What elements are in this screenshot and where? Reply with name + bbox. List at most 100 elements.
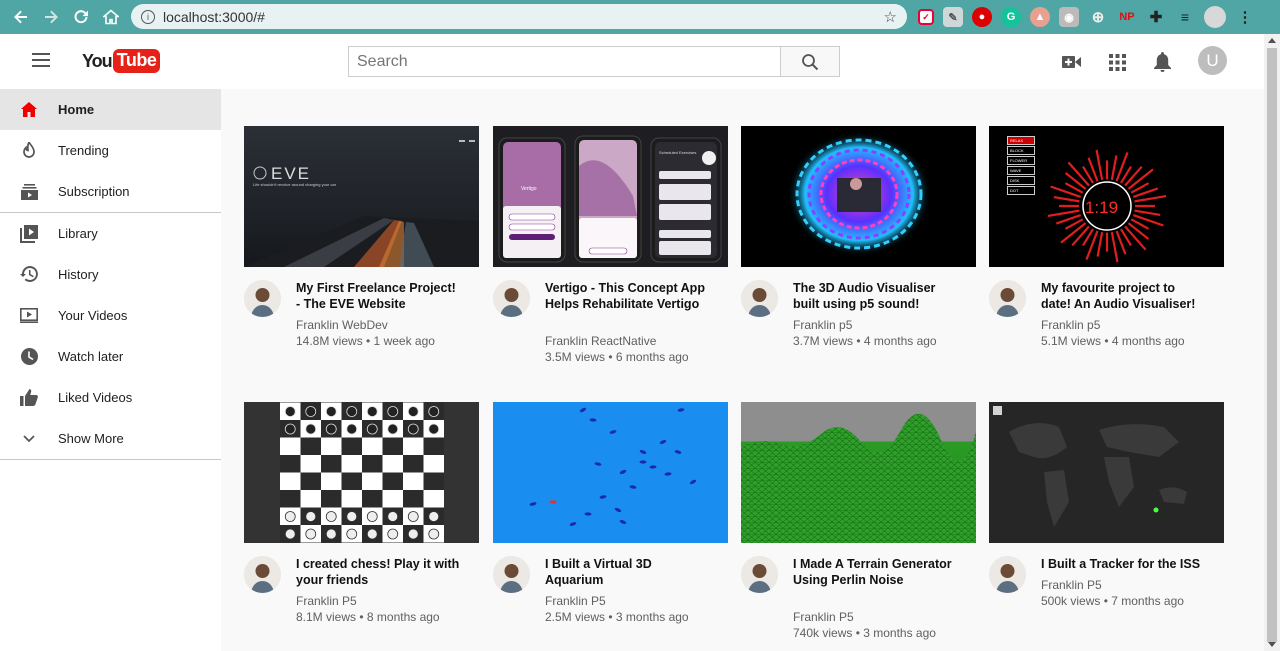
- video-thumbnail[interactable]: [493, 402, 728, 543]
- profile-avatar[interactable]: [1204, 6, 1226, 28]
- video-title[interactable]: I created chess! Play it with your frien…: [296, 556, 461, 588]
- video-title[interactable]: The 3D Audio Visualiser built using p5 s…: [793, 280, 958, 312]
- browser-toolbar: i localhost:3000/# ☆ ✓ ✎ ● G ▲ ◉ ⊕ NP ✚ …: [0, 0, 1280, 34]
- forward-arrow-icon[interactable]: [36, 2, 66, 32]
- visualiser-menu-item: DOT: [1007, 186, 1035, 195]
- sidebar-item-liked-videos[interactable]: Liked Videos: [0, 377, 221, 418]
- address-url[interactable]: localhost:3000/#: [163, 9, 265, 25]
- upload-video-icon[interactable]: [1061, 51, 1083, 73]
- hamburger-menu-icon[interactable]: [32, 53, 50, 67]
- np-extension-icon[interactable]: NP: [1117, 7, 1137, 27]
- sidebar-item-label: Home: [58, 102, 95, 117]
- extension-icon[interactable]: ✎: [943, 7, 963, 27]
- history-icon: [20, 266, 38, 284]
- puzzle-extensions-icon[interactable]: ✚: [1146, 7, 1166, 27]
- video-title[interactable]: I Built a Virtual 3D Aquarium: [545, 556, 710, 588]
- adblock-extension-icon[interactable]: ●: [972, 7, 992, 27]
- video-card[interactable]: The 3D Audio Visualiser built using p5 s…: [741, 126, 976, 370]
- video-meta: The 3D Audio Visualiser built using p5 s…: [741, 280, 976, 370]
- channel-name[interactable]: Franklin p5: [1041, 317, 1100, 333]
- apps-grid-icon[interactable]: [1106, 51, 1128, 73]
- sidebar-item-library[interactable]: Library: [0, 213, 221, 254]
- video-card[interactable]: EVE Life shouldn't revolve around chargi…: [244, 126, 479, 370]
- video-card[interactable]: I created chess! Play it with your frien…: [244, 402, 479, 646]
- video-title[interactable]: My First Freelance Project! - The EVE We…: [296, 280, 461, 312]
- visualiser-menu-item: WAVE: [1007, 166, 1035, 175]
- back-arrow-icon[interactable]: [6, 2, 36, 32]
- reading-list-icon[interactable]: ≡: [1175, 7, 1195, 27]
- channel-avatar[interactable]: [493, 280, 530, 317]
- video-title[interactable]: I Made A Terrain Generator Using Perlin …: [793, 556, 958, 588]
- video-card[interactable]: Vertigo Scheduled Exercises Vertigo - Th…: [493, 126, 728, 370]
- sidebar-item-your-videos[interactable]: Your Videos: [0, 295, 221, 336]
- sidebar-item-show-more[interactable]: Show More: [0, 418, 221, 459]
- search-icon: [802, 53, 819, 70]
- thumbnail-vertigo-name: Vertigo: [521, 186, 537, 192]
- video-title[interactable]: My favourite project to date! An Audio V…: [1041, 280, 1206, 312]
- video-card[interactable]: I Built a Virtual 3D Aquarium Franklin P…: [493, 402, 728, 646]
- search-input[interactable]: [357, 52, 780, 71]
- video-card[interactable]: I Built a Tracker for the ISS Franklin P…: [989, 402, 1224, 646]
- channel-avatar[interactable]: [989, 556, 1026, 593]
- video-stats: 8.1M views • 8 months ago: [296, 610, 440, 624]
- extension-icon[interactable]: ▲: [1030, 7, 1050, 27]
- video-thumbnail[interactable]: [989, 402, 1224, 543]
- channel-avatar[interactable]: [741, 280, 778, 317]
- channel-name[interactable]: Franklin P5: [296, 593, 357, 609]
- search-button[interactable]: [780, 46, 840, 77]
- channel-name[interactable]: Franklin P5: [1041, 577, 1102, 593]
- scroll-up-arrow-icon[interactable]: [1268, 38, 1276, 43]
- user-avatar[interactable]: U: [1198, 46, 1227, 75]
- grammarly-extension-icon[interactable]: G: [1001, 7, 1021, 27]
- your-videos-icon: [20, 307, 38, 325]
- youtube-logo[interactable]: You Tube: [82, 49, 161, 73]
- channel-avatar[interactable]: [244, 556, 281, 593]
- video-thumbnail[interactable]: RELAX BLOCK FLOWER WAVE DISK DOT 1:19: [989, 126, 1224, 267]
- sidebar-item-watch-later[interactable]: Watch later: [0, 336, 221, 377]
- video-stats: 740k views • 3 months ago: [793, 626, 936, 640]
- info-icon[interactable]: i: [141, 9, 155, 24]
- sidebar-item-subscription[interactable]: Subscription: [0, 171, 221, 212]
- video-title[interactable]: Vertigo - This Concept App Helps Rehabil…: [545, 280, 710, 312]
- home-page-icon[interactable]: [96, 2, 126, 32]
- page-scrollbar[interactable]: [1264, 34, 1280, 651]
- chevron-down-icon: [20, 430, 38, 448]
- video-thumbnail[interactable]: Vertigo Scheduled Exercises: [493, 126, 728, 267]
- sidebar-item-history[interactable]: History: [0, 254, 221, 295]
- scroll-down-arrow-icon[interactable]: [1268, 642, 1276, 647]
- home-icon: [20, 101, 38, 119]
- sidebar-item-label: Liked Videos: [58, 390, 133, 405]
- address-bar[interactable]: i localhost:3000/# ☆: [131, 4, 907, 29]
- channel-avatar[interactable]: [493, 556, 530, 593]
- channel-name[interactable]: Franklin P5: [793, 609, 854, 625]
- scrollbar-thumb[interactable]: [1267, 48, 1277, 642]
- channel-name[interactable]: Franklin ReactNative: [545, 333, 656, 349]
- sidebar-item-home[interactable]: Home: [0, 89, 221, 130]
- thumbnail-eve-tagline: Life shouldn't revolve around charging y…: [253, 182, 337, 187]
- video-thumbnail[interactable]: [741, 402, 976, 543]
- camera-extension-icon[interactable]: ◉: [1059, 7, 1079, 27]
- subscriptions-icon: [20, 183, 38, 201]
- video-card[interactable]: RELAX BLOCK FLOWER WAVE DISK DOT 1:19 My…: [989, 126, 1224, 370]
- video-stats: 3.5M views • 6 months ago: [545, 350, 689, 364]
- sidebar-item-trending[interactable]: Trending: [0, 130, 221, 171]
- channel-name[interactable]: Franklin WebDev: [296, 317, 388, 333]
- notifications-bell-icon[interactable]: [1151, 51, 1173, 73]
- video-card[interactable]: I Made A Terrain Generator Using Perlin …: [741, 402, 976, 646]
- bookmark-star-icon[interactable]: ☆: [884, 8, 897, 26]
- video-thumbnail[interactable]: EVE Life shouldn't revolve around chargi…: [244, 126, 479, 267]
- channel-avatar[interactable]: [989, 280, 1026, 317]
- pocket-extension-icon[interactable]: ✓: [918, 9, 934, 25]
- channel-name[interactable]: Franklin P5: [545, 593, 606, 609]
- video-title[interactable]: I Built a Tracker for the ISS: [1041, 556, 1206, 572]
- channel-avatar[interactable]: [741, 556, 778, 593]
- globe-extension-icon[interactable]: ⊕: [1088, 7, 1108, 27]
- channel-name[interactable]: Franklin p5: [793, 317, 852, 333]
- thumbnail-visualiser-menu: RELAX BLOCK FLOWER WAVE DISK DOT: [1007, 136, 1035, 195]
- reload-icon[interactable]: [66, 2, 96, 32]
- channel-avatar[interactable]: [244, 280, 281, 317]
- video-thumbnail[interactable]: [244, 402, 479, 543]
- thumbnail-eve-logo: EVE: [271, 164, 312, 183]
- video-thumbnail[interactable]: [741, 126, 976, 267]
- menu-kebab-icon[interactable]: ⋮: [1235, 7, 1255, 27]
